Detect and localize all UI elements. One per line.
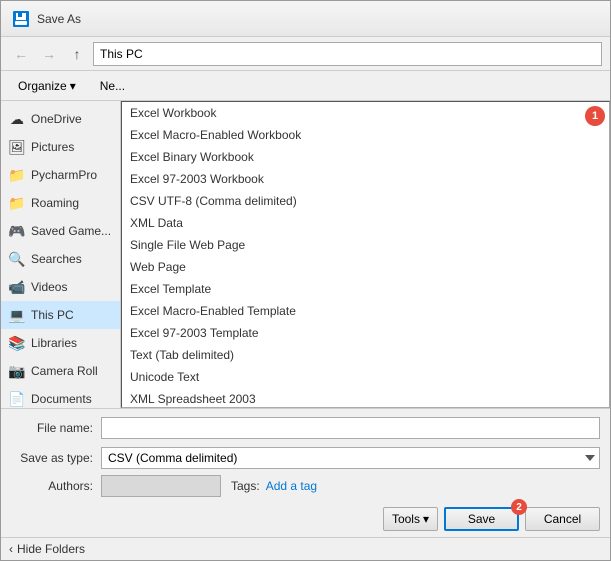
toolbar: Organize ▾ Ne... <box>1 71 610 101</box>
authors-input[interactable] <box>101 475 221 497</box>
tools-chevron-icon: ▾ <box>423 512 429 526</box>
folder-icon: 📁 <box>9 167 25 183</box>
folder-icon-2: 📁 <box>9 195 25 211</box>
game-icon: 🎮 <box>9 223 25 239</box>
badge-2: 2 <box>511 499 527 515</box>
main-content: ☁ OneDrive 🖼 Pictures 📁 PycharmPro 📁 Roa… <box>1 101 610 408</box>
hide-folders-bar[interactable]: ‹ Hide Folders <box>1 537 610 560</box>
sidebar: ☁ OneDrive 🖼 Pictures 📁 PycharmPro 📁 Roa… <box>1 101 121 408</box>
file-list-item[interactable]: Excel Template <box>122 278 609 300</box>
video-icon: 📹 <box>9 279 25 295</box>
file-list-item[interactable]: Single File Web Page <box>122 234 609 256</box>
file-list-item[interactable]: Web Page <box>122 256 609 278</box>
sidebar-item-saved-games[interactable]: 🎮 Saved Game... <box>1 217 120 245</box>
organize-button[interactable]: Organize ▾ <box>9 75 85 97</box>
chevron-down-icon: ▾ <box>70 79 76 93</box>
sidebar-item-searches[interactable]: 🔍 Searches <box>1 245 120 273</box>
sidebar-item-onedrive[interactable]: ☁ OneDrive <box>1 105 120 133</box>
filename-row: File name: <box>11 415 600 441</box>
search-icon: 🔍 <box>9 251 25 267</box>
new-folder-button[interactable]: Ne... <box>91 75 134 97</box>
file-list-item[interactable]: Unicode Text <box>122 366 609 388</box>
cancel-button[interactable]: Cancel <box>525 507 600 531</box>
file-list-item[interactable]: Excel Binary Workbook <box>122 146 609 168</box>
badge-1: 1 <box>585 106 605 126</box>
authors-label: Authors: <box>11 479 101 493</box>
savetype-label: Save as type: <box>11 451 101 465</box>
up-button[interactable]: ↑ <box>65 42 89 66</box>
address-bar[interactable] <box>93 42 602 66</box>
computer-icon: 💻 <box>9 307 25 323</box>
document-icon: 📄 <box>9 391 25 407</box>
file-list-item[interactable]: Excel 97-2003 Workbook <box>122 168 609 190</box>
file-list-item[interactable]: Excel Macro-Enabled Template <box>122 300 609 322</box>
sidebar-item-libraries[interactable]: 📚 Libraries <box>1 329 120 357</box>
button-row: Tools ▾ Save 2 Cancel <box>11 503 600 531</box>
authors-row: Authors: Tags: Add a tag <box>11 475 600 497</box>
file-list-item[interactable]: Excel Workbook <box>122 102 609 124</box>
dialog-title: Save As <box>37 12 598 26</box>
filename-label: File name: <box>11 421 101 435</box>
file-list-item[interactable]: XML Data <box>122 212 609 234</box>
chevron-left-icon: ‹ <box>9 542 13 556</box>
file-list-item[interactable]: Excel 97-2003 Template <box>122 322 609 344</box>
tags-label: Tags: <box>231 479 260 493</box>
bottom-section: File name: Save as type: CSV (Comma deli… <box>1 408 610 537</box>
file-list-item[interactable]: CSV UTF-8 (Comma delimited) <box>122 190 609 212</box>
save-as-dialog: Save As ← → ↑ Organize ▾ Ne... ☁ On <box>0 0 611 561</box>
file-list-item[interactable]: Excel Macro-Enabled Workbook <box>122 124 609 146</box>
filename-input[interactable] <box>101 417 600 439</box>
savetype-select[interactable]: CSV (Comma delimited) <box>101 447 600 469</box>
title-bar: Save As <box>1 1 610 37</box>
forward-button[interactable]: → <box>37 42 61 66</box>
file-list-item[interactable]: XML Spreadsheet 2003 <box>122 388 609 408</box>
save-button[interactable]: Save <box>444 507 519 531</box>
nav-bar: ← → ↑ <box>1 37 610 71</box>
sidebar-item-roaming[interactable]: 📁 Roaming <box>1 189 120 217</box>
camera-icon: 📷 <box>9 363 25 379</box>
file-list-item[interactable]: Text (Tab delimited) <box>122 344 609 366</box>
file-format-list[interactable]: 1 Excel WorkbookExcel Macro-Enabled Work… <box>121 101 610 408</box>
sidebar-item-videos[interactable]: 📹 Videos <box>1 273 120 301</box>
savetype-row: Save as type: CSV (Comma delimited) <box>11 445 600 471</box>
library-icon: 📚 <box>9 335 25 351</box>
pictures-icon: 🖼 <box>9 139 25 155</box>
cloud-icon: ☁ <box>9 111 25 127</box>
sidebar-item-camera-roll[interactable]: 📷 Camera Roll <box>1 357 120 385</box>
tools-button[interactable]: Tools ▾ <box>383 507 438 531</box>
sidebar-item-this-pc[interactable]: 💻 This PC <box>1 301 120 329</box>
sidebar-item-pycharm[interactable]: 📁 PycharmPro <box>1 161 120 189</box>
add-tag-link[interactable]: Add a tag <box>266 479 317 493</box>
sidebar-item-documents[interactable]: 📄 Documents <box>1 385 120 408</box>
back-button[interactable]: ← <box>9 42 33 66</box>
save-icon <box>13 11 29 27</box>
sidebar-item-pictures[interactable]: 🖼 Pictures <box>1 133 120 161</box>
tags-section: Tags: Add a tag <box>231 479 317 493</box>
